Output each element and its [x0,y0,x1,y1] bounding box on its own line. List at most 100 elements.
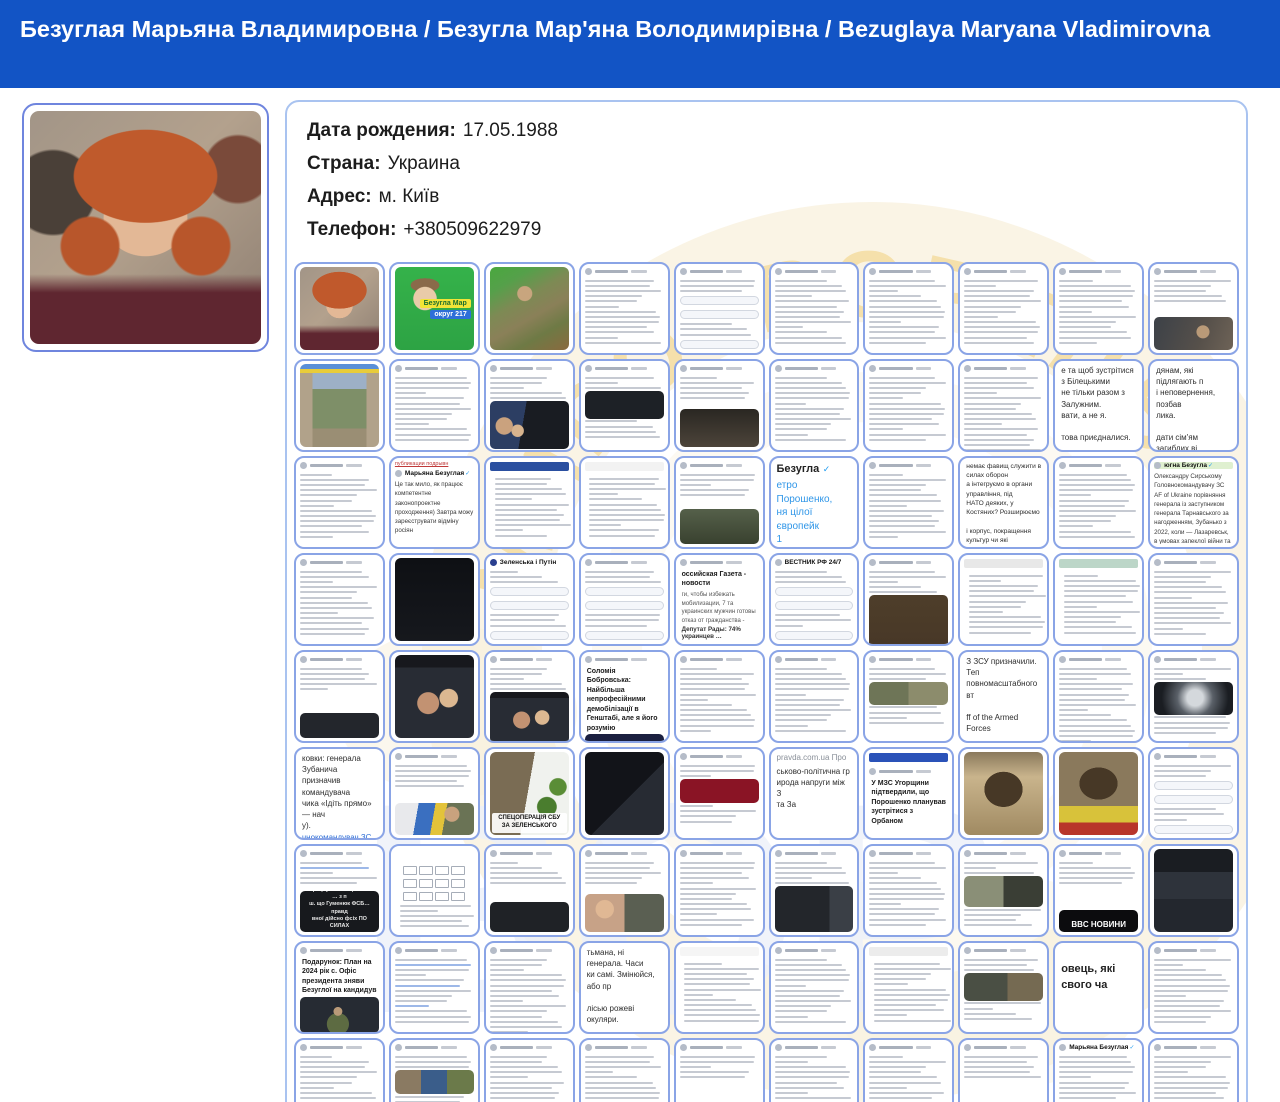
timestamp-bar [821,949,837,952]
thumbnail[interactable] [958,941,1049,1034]
thumbnail[interactable] [294,262,385,355]
thumbnail[interactable]: Подарунок: План на 2024 рік с. Офіс през… [294,941,385,1034]
thumbnail[interactable] [674,1038,765,1102]
thumbnail[interactable] [674,262,765,355]
text-line [680,810,757,812]
thumbnail[interactable] [769,262,860,355]
thumbnail[interactable] [674,941,765,1034]
profile-photo-card[interactable] [22,103,269,352]
thumbnail[interactable]: немає фавищ служити в силах оборон а інт… [958,456,1049,549]
thumbnail[interactable] [958,262,1049,355]
thumbnail[interactable] [484,941,575,1034]
thumbnail[interactable]: ковки: генерала Зубанича призначив коман… [294,747,385,840]
thumbnail[interactable] [674,456,765,549]
thumbnail[interactable] [1148,941,1239,1034]
thumbnail[interactable]: е та щоб зустрітися з Білецькими не тіль… [1053,359,1144,452]
thumbnail[interactable] [769,941,860,1034]
thumbnail[interactable]: Зеленська і Путін [484,553,575,646]
thumbnail[interactable] [579,1038,670,1102]
thumbnail[interactable]: У МЗС Угорщини підтвердили, що Порошенко… [863,747,954,840]
thumbnail[interactable] [863,359,954,452]
thumbnail[interactable] [579,456,670,549]
thumbnail[interactable] [958,359,1049,452]
thumbnail[interactable] [769,650,860,743]
thumbnail[interactable]: СПЕЦОПЕРАЦІЯ СБУ ЗА ЗЕЛЕНСЬКОГО [484,747,575,840]
thumbnail[interactable] [294,553,385,646]
thumbnail[interactable] [294,359,385,452]
thumbnail[interactable] [674,747,765,840]
thumbnail[interactable] [674,844,765,937]
thumbnail[interactable]: З ЗСУ призначили. Теп повномасштабного в… [958,650,1049,743]
text-line [684,1009,756,1011]
thumbnail[interactable] [294,1038,385,1102]
thumbnail[interactable] [958,553,1049,646]
thumbnail[interactable]: Безугла ✓етро Порошенко, ня цілої європе… [769,456,860,549]
thumbnail[interactable]: ВЕСТНИК РФ 24/7 [769,553,860,646]
thumbnail[interactable] [769,1038,860,1102]
thumbnail[interactable] [389,747,480,840]
thumbnail[interactable]: публикации подрывнМарьяна Безуглая✓Це та… [389,456,480,549]
thumbnail[interactable]: pravda.com.ua Проськово-політична гр иро… [769,747,860,840]
thumbnail[interactable] [1148,262,1239,355]
thumbnail[interactable] [484,262,575,355]
text-line [775,337,843,339]
thumbnail[interactable] [674,359,765,452]
thumbnail[interactable] [1053,456,1144,549]
thumbnail[interactable] [389,1038,480,1102]
thumbnail[interactable] [1148,844,1239,937]
thumbnail[interactable] [1148,1038,1239,1102]
thumbnail[interactable] [484,650,575,743]
thumbnail[interactable] [769,359,860,452]
thumbnail[interactable]: Соломія Бобровська: Найбільша непрофесій… [579,650,670,743]
thumbnail[interactable]: атала Humeniuk перациу багато цікавого …… [294,844,385,937]
thumbnail[interactable] [1053,553,1144,646]
thumbnail[interactable] [1053,262,1144,355]
thumbnail[interactable]: Марьяна Безуглая✓ [1053,1038,1144,1102]
thumbnail[interactable] [389,650,480,743]
thumbnail[interactable] [863,650,954,743]
thumbnail[interactable]: оссийская Газета - новостиги, чтобы избе… [674,553,765,646]
thumbnail[interactable] [1053,650,1144,743]
thumbnail[interactable] [958,1038,1049,1102]
thumbnail[interactable]: ВАЖЛИВО [863,553,954,646]
thumbnail[interactable]: дянам, які підлягають п і неповернення, … [1148,359,1239,452]
thumbnail[interactable] [389,844,480,937]
thumbnail[interactable] [389,941,480,1034]
thumbnail[interactable]: BBC НОВИНИ [1053,844,1144,937]
post-header [680,462,759,469]
thumbnail[interactable] [484,456,575,549]
text-line [964,449,1041,451]
thumbnail[interactable] [484,1038,575,1102]
thumbnail[interactable] [1148,650,1239,743]
thumbnail[interactable] [958,747,1049,840]
text-line [395,959,467,961]
thumbnail[interactable]: овець, які свого ча [1053,941,1144,1034]
thumbnail[interactable] [579,359,670,452]
thumbnail[interactable] [863,262,954,355]
thumbnail[interactable] [579,553,670,646]
thumbnail[interactable] [1148,553,1239,646]
thumbnail[interactable] [484,359,575,452]
thumbnail[interactable]: тьмана, ні генерала. Часи ки самі. Зміню… [579,941,670,1034]
thumbnail[interactable] [863,844,954,937]
thumbnail[interactable] [863,1038,954,1102]
thumbnail[interactable] [294,650,385,743]
thumbnail[interactable] [389,553,480,646]
thumbnail[interactable] [579,262,670,355]
thumbnail[interactable] [484,844,575,937]
thumbnail[interactable] [769,844,860,937]
thumbnail[interactable] [294,456,385,549]
thumbnail[interactable] [863,941,954,1034]
thumbnail[interactable] [1053,747,1144,840]
thumbnail[interactable] [579,844,670,937]
thumbnail[interactable] [1148,747,1239,840]
thumbnail[interactable]: Безугла Марокруг 217 [389,262,480,355]
thumbnail[interactable] [389,359,480,452]
thumbnail[interactable] [674,650,765,743]
thumbnail[interactable] [579,747,670,840]
post-text: немає фавищ служити в силах оборон а інт… [964,461,1043,549]
thumbnail[interactable] [958,844,1049,937]
thumbnail[interactable]: югна Безугла✓Олександру Сирському Головн… [1148,456,1239,549]
text-line [680,919,754,921]
thumbnail[interactable] [863,456,954,549]
